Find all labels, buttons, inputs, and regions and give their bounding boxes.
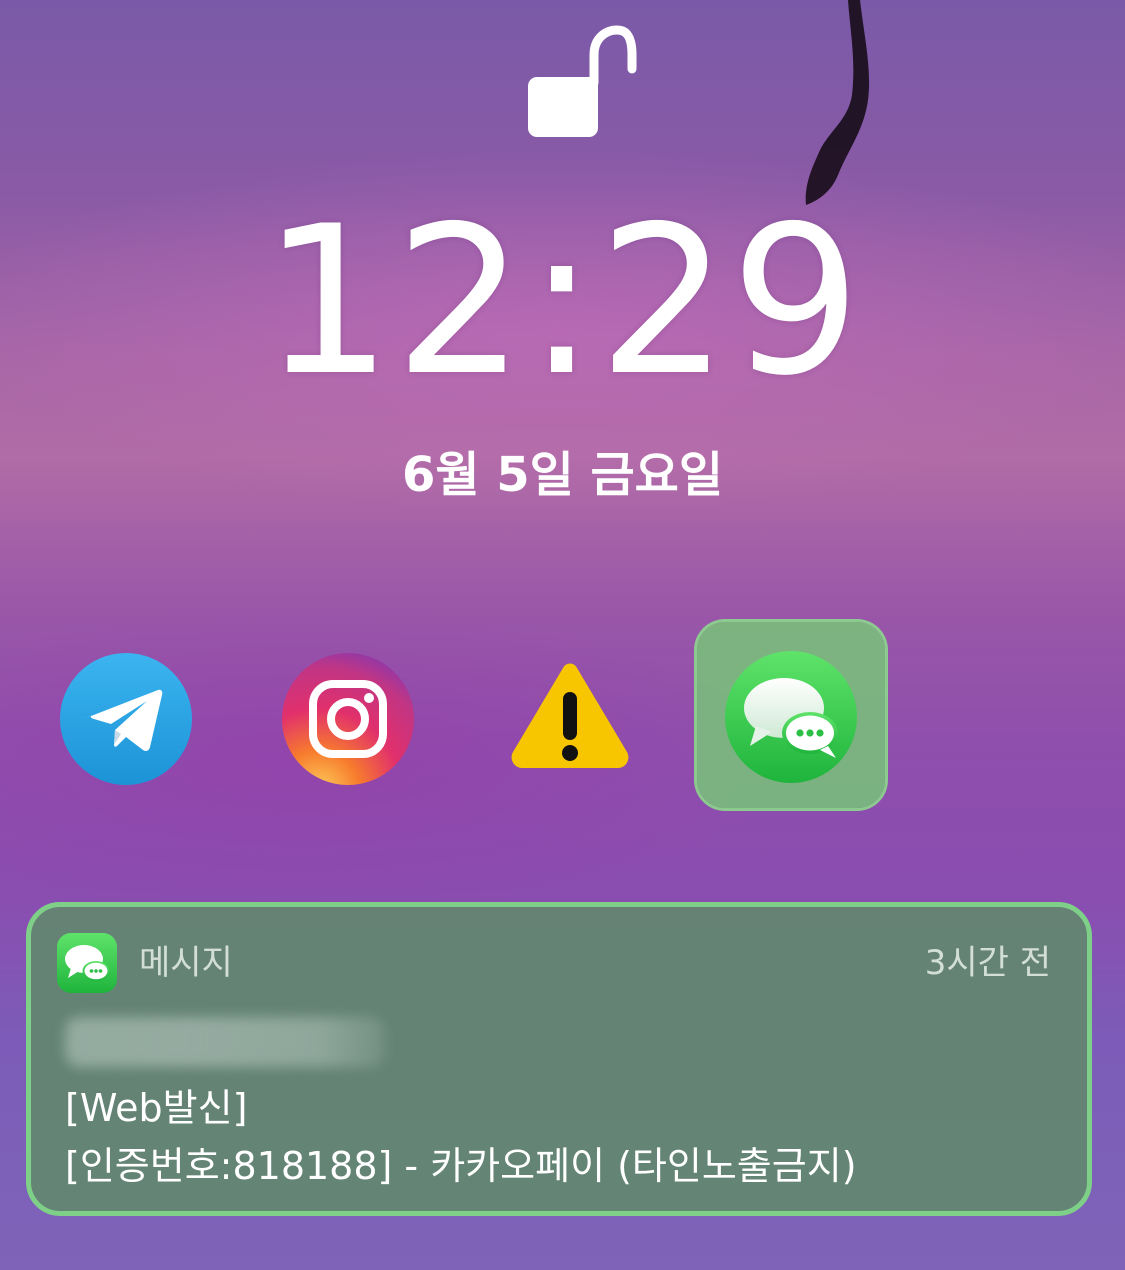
lock-screen-time: 12:29 bbox=[262, 183, 863, 421]
telegram-icon[interactable] bbox=[59, 652, 193, 786]
notification-body: [Web발신] [인증번호:818188] - 카카오페이 (타인노출금지) bbox=[65, 1079, 1065, 1195]
instagram-icon[interactable] bbox=[281, 652, 415, 786]
message-notification-card[interactable]: 메시지 3시간 전 [Web발신] [인증번호:818188] - 카카오페이 … bbox=[26, 902, 1092, 1216]
unlocked-padlock-icon[interactable] bbox=[520, 25, 640, 140]
messages-small-icon bbox=[57, 933, 117, 993]
messages-icon[interactable] bbox=[724, 650, 858, 784]
notification-body-line: [인증번호:818188] - 카카오페이 (타인노출금지) bbox=[65, 1144, 857, 1188]
notification-app-name: 메시지 bbox=[139, 943, 233, 983]
app-shortcut-row bbox=[0, 620, 1125, 820]
notification-sender-blurred bbox=[65, 1017, 385, 1067]
lock-screen-date: 6월 5일 금요일 bbox=[401, 447, 724, 503]
warning-icon[interactable] bbox=[503, 656, 637, 790]
notification-time: 3시간 전 bbox=[924, 943, 1051, 983]
notification-body-line: [Web발신] bbox=[65, 1086, 248, 1130]
